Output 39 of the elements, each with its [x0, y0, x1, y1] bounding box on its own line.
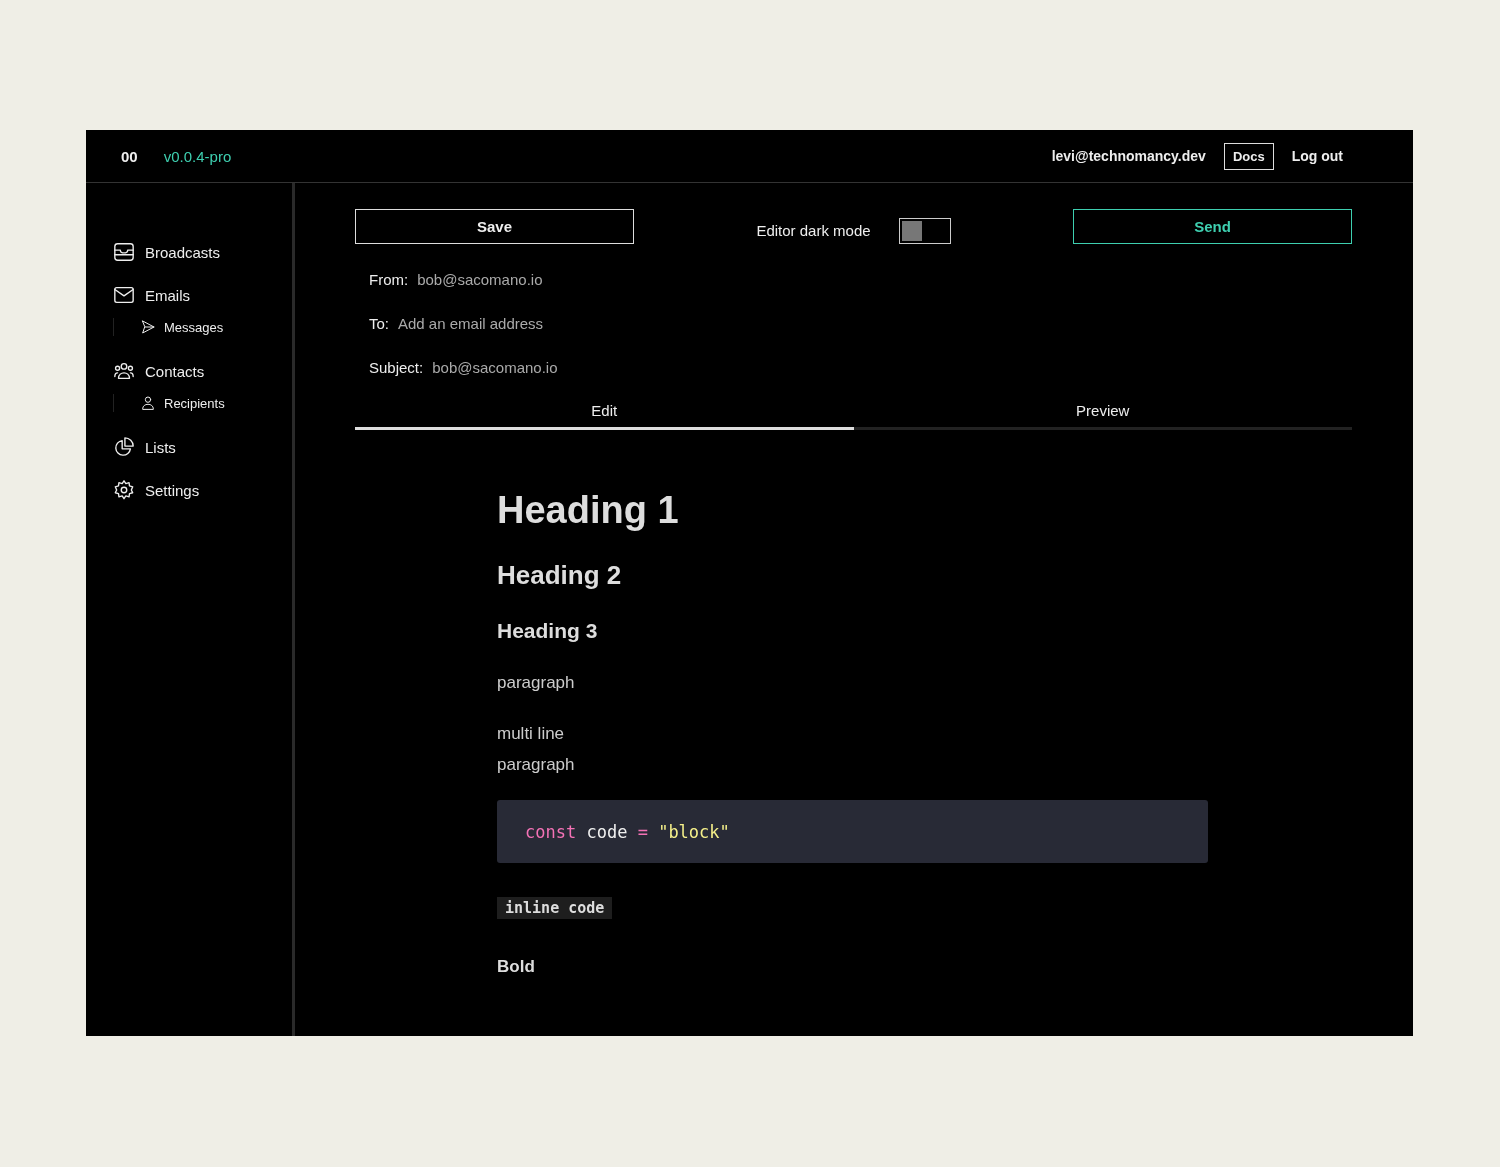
sidebar-item[interactable]: Contacts: [113, 360, 205, 382]
tab[interactable]: Edit: [355, 396, 854, 430]
bold-text: Bold: [497, 957, 536, 977]
tab[interactable]: Preview: [853, 396, 1352, 430]
sidebar-subitem[interactable]: Recipients: [113, 394, 225, 412]
sidebar-item[interactable]: Emails: [113, 284, 190, 306]
paper-plane-icon: [140, 319, 156, 335]
email-field[interactable]: Add an email address: [398, 314, 615, 332]
inbox-icon: [113, 241, 135, 263]
send-button[interactable]: Send: [1073, 209, 1352, 244]
email-field[interactable]: bob@sacomano.io: [432, 358, 605, 376]
user-email: levi@technomancy.dev: [1051, 148, 1206, 164]
heading: Heading 1: [497, 489, 680, 532]
heading: Heading 2: [497, 560, 623, 591]
people-icon: [113, 360, 135, 382]
sidebar-subitem[interactable]: Messages: [113, 318, 224, 336]
logout-link[interactable]: Log out: [1291, 148, 1343, 164]
code-block: const code = "block": [497, 800, 1208, 863]
pie-chart-icon: [113, 436, 135, 458]
paragraph: paragraph: [497, 672, 576, 694]
email-field[interactable]: bob@sacomano.io: [417, 270, 590, 288]
person-icon: [140, 395, 156, 411]
envelope-icon: [113, 284, 135, 306]
docs-button[interactable]: Docs: [1223, 142, 1274, 170]
field-label: To:: [369, 314, 389, 332]
dark-mode-toggle[interactable]: [898, 217, 951, 244]
logo: 00: [121, 147, 138, 165]
sidebar-item[interactable]: Broadcasts: [113, 241, 221, 263]
field-label: Subject:: [369, 358, 424, 376]
sidebar-item[interactable]: Settings: [113, 479, 200, 501]
field-label: From:: [369, 270, 409, 288]
settings-icon: [113, 479, 135, 501]
sidebar-item[interactable]: Lists: [113, 436, 176, 458]
inline-code: inline code: [497, 897, 613, 919]
heading: Heading 3: [497, 619, 599, 643]
dark-mode-label: Editor dark mode: [756, 222, 871, 239]
version-label: v0.0.4-pro: [163, 147, 232, 165]
paragraph: multi line paragraph: [497, 723, 576, 776]
save-button[interactable]: Save: [355, 209, 634, 244]
